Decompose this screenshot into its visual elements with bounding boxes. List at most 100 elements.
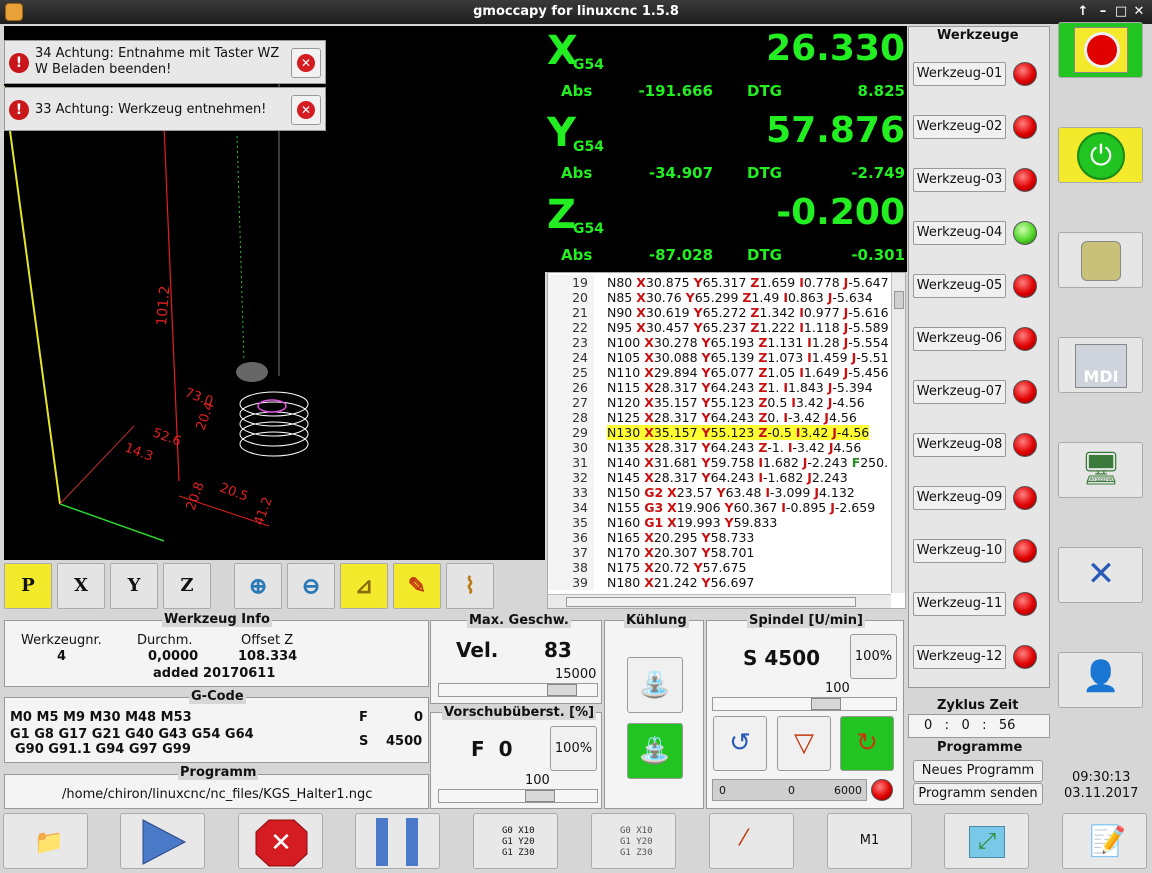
message-close-button[interactable]: ✕ <box>291 95 321 125</box>
dro-dtg-value: 8.825 <box>857 82 905 100</box>
message-text: 33 Achtung: Werkzeug entnehmen! <box>35 102 267 117</box>
tool-button[interactable]: Werkzeug-01 <box>913 62 1006 86</box>
zoom-in-button[interactable]: ⊕ <box>234 563 282 609</box>
run-button[interactable] <box>120 813 205 869</box>
spindle-slider[interactable] <box>712 697 897 711</box>
tool-button[interactable]: Werkzeug-11 <box>913 592 1006 616</box>
message-33: ! 33 Achtung: Werkzeug entnehmen! ✕ <box>4 87 326 131</box>
gcode-line[interactable]: 30 N135 X28.317 Y64.243 Z-1. I-3.42 J4.56 <box>548 440 891 455</box>
manual-mode-button[interactable] <box>1058 232 1143 288</box>
view-z-button[interactable]: Z <box>163 563 211 609</box>
cycle-time-value: 0 : 0 : 56 <box>924 718 1016 733</box>
block-delete-button[interactable]: ⁄ <box>709 813 794 869</box>
gcode-line[interactable]: 35 N160 G1 X19.993 Y59.833 <box>548 515 891 530</box>
feed-slider[interactable] <box>438 789 598 803</box>
gcode-line[interactable]: 31 N140 X31.681 Y59.758 I1.682 J-2.243 F2… <box>548 455 891 470</box>
tool-button[interactable]: Werkzeug-03 <box>913 168 1006 192</box>
show-dimensions-button[interactable]: ⊿ <box>340 563 388 609</box>
settings-button[interactable]: ✕ <box>1058 547 1143 603</box>
line-number: 22 <box>548 320 594 335</box>
show-path-button[interactable]: ✎ <box>393 563 441 609</box>
tool-button[interactable]: Werkzeug-04 <box>913 221 1006 245</box>
velocity-slider[interactable] <box>438 683 598 697</box>
optional-stop-button[interactable]: M1 <box>827 813 912 869</box>
feed-scale: 100 <box>525 773 550 788</box>
zoom-out-button[interactable]: ⊖ <box>287 563 335 609</box>
user-tabs-button[interactable]: 👤 <box>1058 652 1143 708</box>
dro-abs-label: Abs <box>561 246 593 264</box>
gcode-line[interactable]: 19 N80 X30.875 Y65.317 Z1.659 I0.778 J-5.… <box>548 275 891 290</box>
minimize-icon[interactable]: – <box>1094 3 1112 21</box>
spindle-stop-button[interactable]: ▽ <box>777 716 831 771</box>
gcode-line[interactable]: 26 N115 X28.317 Y64.243 Z1. I1.843 J-5.39… <box>548 380 891 395</box>
gcode-line[interactable]: 27 N120 X35.157 Y55.123 Z0.5 I3.42 J-4.56 <box>548 395 891 410</box>
view-p-button[interactable]: P <box>4 563 52 609</box>
tool-button[interactable]: Werkzeug-09 <box>913 486 1006 510</box>
keypad-icon <box>1081 241 1121 281</box>
gcode-line[interactable]: 37 N170 X20.307 Y58.701 <box>548 545 891 560</box>
emergency-stop-button[interactable] <box>1058 22 1143 78</box>
pause-button[interactable] <box>355 813 440 869</box>
gcode-line[interactable]: 39 N180 X21.242 Y56.697 <box>548 575 891 590</box>
clear-path-button[interactable]: ⌇ <box>446 563 494 609</box>
edit-button[interactable]: 📝 <box>1062 813 1147 869</box>
line-number: 38 <box>548 560 594 575</box>
vertical-scrollbar[interactable] <box>891 273 905 593</box>
gcode-view[interactable]: 19 N80 X30.875 Y65.317 Z1.659 I0.778 J-5.… <box>547 272 906 609</box>
fullscreen-button[interactable]: ⤢ <box>944 813 1029 869</box>
tool-button[interactable]: Werkzeug-07 <box>913 380 1006 404</box>
view-y-button[interactable]: Y <box>110 563 158 609</box>
gcode-line[interactable]: 36 N165 X20.295 Y58.733 <box>548 530 891 545</box>
tool-button[interactable]: Werkzeug-08 <box>913 433 1006 457</box>
gcode-line[interactable]: 28 N125 X28.317 Y64.243 Z0. I-3.42 J4.56 <box>548 410 891 425</box>
auto-mode-button[interactable]: 🖥 <box>1058 442 1143 498</box>
tool-button[interactable]: Werkzeug-12 <box>913 645 1006 669</box>
spindle-reset-button[interactable]: 100% <box>850 634 897 679</box>
gcode-line[interactable]: 23 N100 X30.278 Y65.193 Z1.131 I1.28 J-5.… <box>548 335 891 350</box>
tool-status-led <box>1013 115 1037 139</box>
gcode-m-codes: M0 M5 M9 M30 M48 M53 <box>10 710 192 725</box>
keep-above-icon[interactable]: ↑ <box>1074 3 1092 21</box>
tool-button[interactable]: Werkzeug-10 <box>913 539 1006 563</box>
gcode-line[interactable]: 21 N90 X30.619 Y65.272 Z1.342 I0.977 J-5.… <box>548 305 891 320</box>
dro-abs-value: -191.666 <box>638 82 713 100</box>
dim-label-5: 14.3 <box>123 441 155 465</box>
tool-button[interactable]: Werkzeug-02 <box>913 115 1006 139</box>
run-from-line-button[interactable]: G0 X10 G1 Y20 G1 Z30 <box>591 813 676 869</box>
scroll-thumb[interactable] <box>566 597 856 607</box>
spindle-ccw-icon: ↺ <box>729 728 751 758</box>
feed-slider-knob[interactable] <box>525 790 555 802</box>
velocity-slider-knob[interactable] <box>547 684 577 696</box>
spindle-slider-knob[interactable] <box>811 698 841 710</box>
send-program-button[interactable]: Programm senden <box>913 783 1043 805</box>
gcode-line[interactable]: 38 N175 X20.72 Y57.675 <box>548 560 891 575</box>
feed-reset-button[interactable]: 100% <box>550 726 597 771</box>
new-program-button[interactable]: Neues Programm <box>913 760 1043 782</box>
step-button[interactable]: G0 X10 G1 Y20 G1 Z30 <box>473 813 558 869</box>
stop-button[interactable]: ✕ <box>238 813 323 869</box>
gcode-line[interactable]: 29 N130 X35.157 Y55.123 Z-0.5 I3.42 J-4.5… <box>548 425 891 440</box>
gcode-line[interactable]: 34 N155 G3 X19.906 Y60.367 I-0.895 J-2.65… <box>548 500 891 515</box>
horizontal-scrollbar[interactable] <box>548 594 891 608</box>
open-file-button[interactable]: 📁 <box>3 813 88 869</box>
mist-button[interactable]: ⛲ <box>627 657 683 713</box>
gcode-line[interactable]: 32 N145 X28.317 Y64.243 I-1.682 J2.243 <box>548 470 891 485</box>
spindle-ccw-button[interactable]: ↺ <box>713 716 767 771</box>
message-close-button[interactable]: ✕ <box>291 48 321 78</box>
tool-button[interactable]: Werkzeug-06 <box>913 327 1006 351</box>
gcode-line[interactable]: 25 N110 X29.894 Y65.077 Z1.05 I1.649 J-5.… <box>548 365 891 380</box>
gcode-line[interactable]: 33 N150 G2 X23.57 Y63.48 I-3.099 J4.132 <box>548 485 891 500</box>
gcode-line[interactable]: 20 N85 X30.76 Y65.299 Z1.49 I0.863 J-5.63… <box>548 290 891 305</box>
maximize-icon[interactable]: □ <box>1112 3 1130 21</box>
flood-button[interactable]: ⛲ <box>627 723 683 779</box>
dro-value: 57.876 <box>766 110 905 151</box>
tool-button[interactable]: Werkzeug-05 <box>913 274 1006 298</box>
gcode-line[interactable]: 24 N105 X30.088 Y65.139 Z1.073 I1.459 J-5… <box>548 350 891 365</box>
view-x-button[interactable]: X <box>57 563 105 609</box>
machine-on-button[interactable]: ⏻ <box>1058 127 1143 183</box>
scroll-thumb[interactable] <box>894 291 904 309</box>
close-icon[interactable]: ✕ <box>1130 3 1148 21</box>
spindle-cw-button[interactable]: ↻ <box>840 716 894 771</box>
gcode-line[interactable]: 22 N95 X30.457 Y65.237 Z1.222 I1.118 J-5.… <box>548 320 891 335</box>
mdi-mode-button[interactable]: MDI <box>1058 337 1143 393</box>
